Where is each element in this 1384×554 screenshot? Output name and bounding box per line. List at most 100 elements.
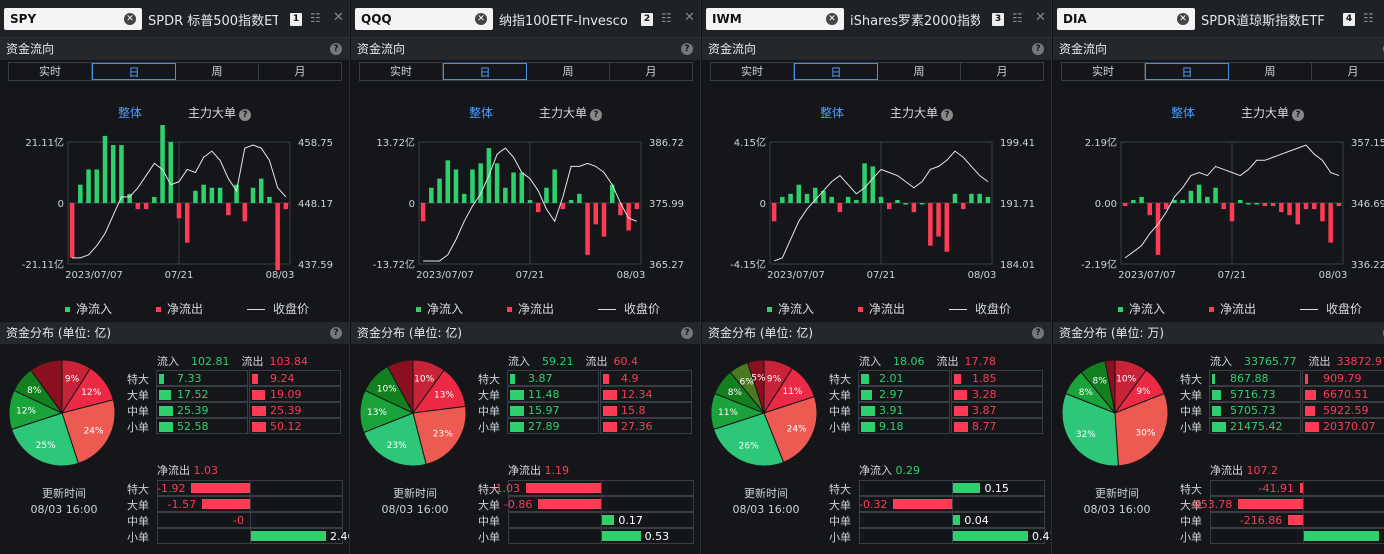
settings-sliders-icon[interactable]: ☷ [310,11,321,25]
legend-outflow: 净流出 [858,302,927,316]
tab-week[interactable]: 周 [1229,63,1312,80]
inflow-bar [78,184,83,203]
symbol-input[interactable]: DIA ✕ [1057,8,1195,30]
tab-realtime[interactable]: 实时 [360,63,443,80]
net-flow-row: 大单 -0.32 [829,496,1045,512]
tab-major-orders[interactable]: 主力大单? [890,104,954,121]
inflow-label: 流入 [157,355,179,368]
clear-symbol-icon[interactable]: ✕ [124,13,136,25]
net-flow-cell: 0.15 [859,480,1045,496]
legend-inflow: 净流入 [65,302,134,316]
inflow-bar [201,184,206,203]
tab-overall[interactable]: 整体 [820,104,844,121]
outflow-bar [283,203,289,210]
outflow-bar [1270,203,1276,207]
tab-day[interactable]: 日 [794,63,878,80]
tab-month[interactable]: 月 [610,63,692,80]
symbol-input[interactable]: SPY ✕ [4,8,142,30]
legend-inflow: 净流入 [767,302,836,316]
inflow-bar [1196,184,1202,203]
inflow-bar [152,196,157,203]
help-icon[interactable]: ? [239,109,252,121]
inflow-bar [258,178,264,203]
outflow-bar [69,203,75,258]
pie-slice-label: 11% [718,408,738,418]
help-icon[interactable]: ? [681,327,693,339]
help-icon[interactable]: ? [330,43,342,55]
outflow-value: 4.9 [621,372,639,385]
close-icon[interactable]: ✕ [1035,10,1046,25]
tab-month[interactable]: 月 [961,63,1043,80]
tab-week[interactable]: 周 [527,63,610,80]
inflow-value: 17.52 [177,388,209,401]
chart-legend: 净流入 净流出 收盘价 [416,300,700,317]
pie-slice-label: 23% [433,429,453,439]
tab-week[interactable]: 周 [176,63,259,80]
help-icon[interactable]: ? [1032,43,1044,55]
close-icon[interactable]: ✕ [333,10,344,25]
inflow-bar [119,145,124,203]
net-flow-value: -1.03 [491,482,520,495]
tab-day[interactable]: 日 [92,63,176,80]
panel-index-badge: 4 [1343,13,1355,26]
tab-overall[interactable]: 整体 [1171,104,1195,121]
help-icon[interactable]: ? [330,327,342,339]
settings-sliders-icon[interactable]: ☷ [1012,11,1023,25]
clear-symbol-icon[interactable]: ✕ [826,13,838,25]
tab-overall[interactable]: 整体 [118,104,142,121]
help-icon[interactable]: ? [1292,109,1305,121]
net-flow-header: 净流入 0.29 [859,462,920,478]
net-flow-bar [1288,515,1303,525]
outflow-fill [1305,374,1308,384]
net-flow-row: 中单 -216.86 [1180,512,1384,528]
pie-slice-label: 13% [434,391,454,401]
tab-month[interactable]: 月 [259,63,341,80]
legend-inflow-label: 净流入 [76,302,113,316]
net-flow-label: 净流入 [859,464,896,477]
outflow-label: 流出 [585,355,608,368]
net-flow-value: 2.46 [330,530,349,543]
pie-slice-label: 30% [1135,428,1155,438]
help-icon[interactable]: ? [590,109,603,121]
inflow-swatch [767,307,772,312]
outflow-bar [176,203,182,219]
help-icon[interactable]: ? [681,43,693,55]
tab-major-orders[interactable]: 主力大单? [539,104,603,121]
tab-major-orders[interactable]: 主力大单? [188,104,252,121]
tab-month[interactable]: 月 [1312,63,1384,80]
tab-week[interactable]: 周 [878,63,961,80]
tab-realtime[interactable]: 实时 [9,63,92,80]
pie-slice-label: 24% [787,424,807,434]
inflow-bar [209,187,215,203]
help-icon[interactable]: ? [1032,327,1044,339]
settings-sliders-icon[interactable]: ☷ [661,11,672,25]
settings-sliders-icon[interactable]: ☷ [1363,11,1374,25]
net-axis [952,497,953,511]
close-icon[interactable]: ✕ [684,10,695,25]
inflow-bar [503,187,508,203]
tab-day[interactable]: 日 [1145,63,1229,80]
tab-realtime[interactable]: 实时 [711,63,794,80]
outflow-swatch [507,307,513,312]
inflow-total: 59.21 [542,355,574,368]
etf-panel-iwm: IWM ✕ iShares罗素2000指数 3 ☷ ✕ 资金流向? 实时日周月整体 主力大单? 4… [702,0,1052,554]
tab-overall[interactable]: 整体 [469,104,493,121]
clear-symbol-icon[interactable]: ✕ [475,13,487,25]
fund-name: SPDR道琼斯指数ETF [1201,14,1325,29]
distribution-row: 特大 3.87 4.9 [478,370,693,386]
symbol-input[interactable]: IWM ✕ [706,8,844,30]
outflow-value: 3.28 [972,388,997,401]
tab-realtime[interactable]: 实时 [1062,63,1145,80]
outflow-cell: 3.87 [951,402,1043,418]
clear-symbol-icon[interactable]: ✕ [1177,13,1189,25]
pie-slice-label: 26% [739,442,759,452]
close-swatch [949,309,968,310]
outflow-bar [618,203,623,216]
symbol-input[interactable]: QQQ ✕ [355,8,493,30]
inflow-label: 流入 [1210,355,1232,368]
outflow-cell: 1.85 [951,370,1043,386]
help-icon[interactable]: ? [941,109,954,121]
tab-day[interactable]: 日 [443,63,527,80]
tab-major-orders[interactable]: 主力大单? [1241,104,1305,121]
net-flow-value: -216.86 [1239,514,1283,527]
